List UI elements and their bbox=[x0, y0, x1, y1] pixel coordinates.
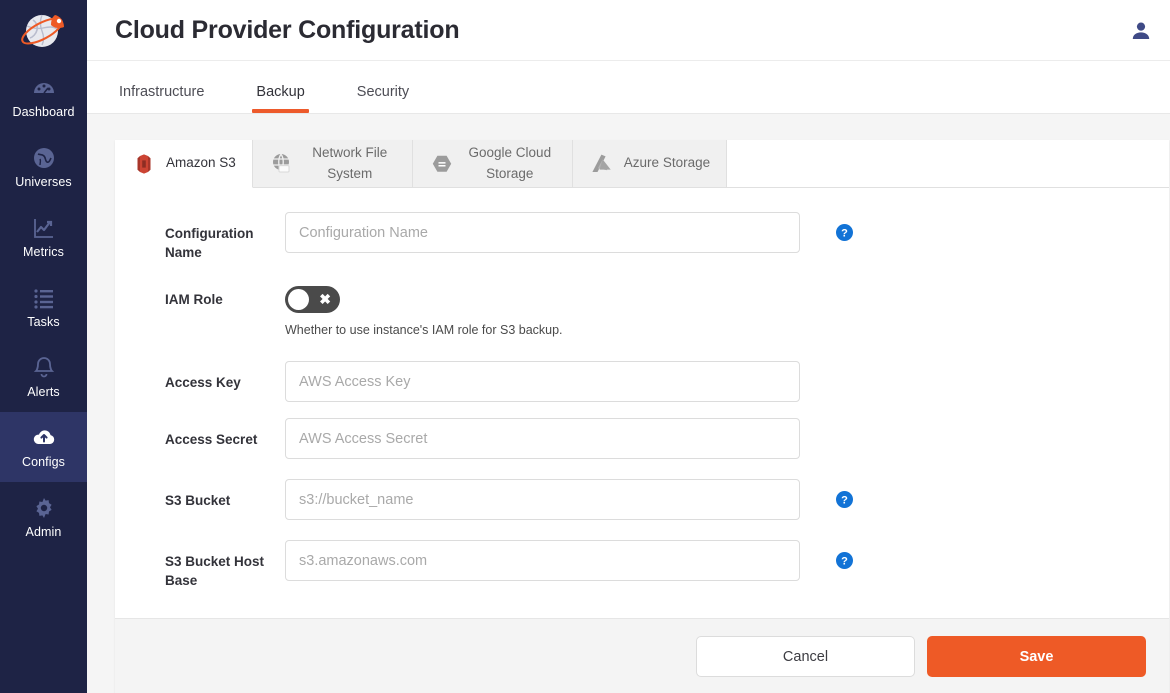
content-area: Amazon S3 Network File System bbox=[87, 114, 1170, 693]
azure-storage-icon bbox=[589, 151, 615, 177]
provider-tab-amazon-s3[interactable]: Amazon S3 bbox=[115, 140, 253, 188]
user-avatar-icon bbox=[1129, 19, 1153, 43]
provider-tab-label: Google Cloud Storage bbox=[464, 143, 556, 185]
iam-role-hint: Whether to use instance's IAM role for S… bbox=[285, 323, 800, 337]
network-file-system-icon bbox=[269, 151, 295, 177]
svg-text:?: ? bbox=[841, 494, 848, 506]
tab-label: Infrastructure bbox=[119, 84, 204, 100]
field-label: Access Key bbox=[165, 361, 285, 392]
field-row-access-key: Access Key bbox=[115, 361, 1169, 402]
provider-tab-azure-storage[interactable]: Azure Storage bbox=[573, 140, 727, 187]
google-cloud-storage-icon bbox=[429, 151, 455, 177]
field-row-configuration-name: Configuration Name ? bbox=[115, 212, 1169, 262]
app-logo[interactable] bbox=[0, 0, 87, 62]
save-button[interactable]: Save bbox=[927, 636, 1146, 677]
field-label: S3 Bucket Host Base bbox=[165, 540, 285, 590]
sidebar-item-universes[interactable]: Universes bbox=[0, 132, 87, 202]
sidebar-item-label: Dashboard bbox=[12, 105, 74, 119]
main-region: Cloud Provider Configuration Infrastruct… bbox=[87, 0, 1170, 693]
provider-tab-google-cloud-storage[interactable]: Google Cloud Storage bbox=[413, 140, 573, 187]
access-key-input[interactable] bbox=[285, 361, 800, 402]
gear-icon bbox=[31, 495, 57, 521]
field-row-iam-role: IAM Role ✖ Whether to use instance's IAM… bbox=[115, 278, 1169, 337]
sidebar-item-label: Admin bbox=[26, 525, 62, 539]
s3-bucket-host-base-input[interactable] bbox=[285, 540, 800, 581]
svg-text:?: ? bbox=[841, 555, 848, 567]
backup-config-card: Amazon S3 Network File System bbox=[115, 140, 1169, 693]
tab-backup[interactable]: Backup bbox=[252, 85, 308, 114]
help-icon[interactable]: ? bbox=[836, 224, 853, 241]
sidebar-item-alerts[interactable]: Alerts bbox=[0, 342, 87, 412]
field-label: S3 Bucket bbox=[165, 479, 285, 510]
dashboard-gauge-icon bbox=[31, 75, 57, 101]
iam-role-toggle[interactable]: ✖ bbox=[285, 286, 340, 313]
card-footer: Cancel Save bbox=[115, 618, 1169, 693]
field-label: Configuration Name bbox=[165, 212, 285, 262]
tab-security[interactable]: Security bbox=[353, 85, 413, 114]
access-secret-input[interactable] bbox=[285, 418, 800, 459]
yugabyte-rocket-globe-logo bbox=[16, 9, 72, 53]
help-icon[interactable]: ? bbox=[836, 491, 853, 508]
avatar[interactable] bbox=[1124, 14, 1158, 48]
bell-icon bbox=[31, 355, 57, 381]
sidebar-item-label: Tasks bbox=[27, 315, 59, 329]
main-tabs: Infrastructure Backup Security bbox=[87, 61, 1170, 114]
field-row-access-secret: Access Secret bbox=[115, 418, 1169, 459]
globe-icon bbox=[31, 145, 57, 171]
tab-label: Backup bbox=[256, 84, 304, 100]
provider-tab-label: Azure Storage bbox=[624, 153, 710, 174]
sidebar-item-label: Alerts bbox=[27, 385, 60, 399]
configuration-name-input[interactable] bbox=[285, 212, 800, 253]
svg-text:?: ? bbox=[841, 227, 848, 239]
toggle-off-x-icon: ✖ bbox=[319, 291, 331, 308]
sidebar-item-label: Universes bbox=[15, 175, 71, 189]
cloud-upload-icon bbox=[31, 425, 57, 451]
field-row-s3-bucket: S3 Bucket ? bbox=[115, 479, 1169, 520]
sidebar-item-dashboard[interactable]: Dashboard bbox=[0, 62, 87, 132]
cancel-button[interactable]: Cancel bbox=[696, 636, 915, 677]
toggle-knob bbox=[288, 289, 309, 310]
page-title: Cloud Provider Configuration bbox=[115, 16, 459, 45]
field-label: IAM Role bbox=[165, 278, 285, 309]
field-row-s3-bucket-host-base: S3 Bucket Host Base ? bbox=[115, 540, 1169, 590]
sidebar-item-configs[interactable]: Configs bbox=[0, 412, 87, 482]
amazon-s3-icon bbox=[131, 151, 157, 177]
app-root: Dashboard Universes Metric bbox=[0, 0, 1170, 693]
s3-backup-form: Configuration Name ? IAM bbox=[115, 188, 1169, 618]
provider-tab-label: Network File System bbox=[304, 143, 396, 185]
sidebar: Dashboard Universes Metric bbox=[0, 0, 87, 693]
sidebar-item-label: Metrics bbox=[23, 245, 64, 259]
field-label: Access Secret bbox=[165, 418, 285, 449]
sidebar-item-tasks[interactable]: Tasks bbox=[0, 272, 87, 342]
tab-infrastructure[interactable]: Infrastructure bbox=[115, 85, 208, 114]
sidebar-item-admin[interactable]: Admin bbox=[0, 482, 87, 552]
list-icon bbox=[31, 285, 57, 311]
provider-tab-network-file-system[interactable]: Network File System bbox=[253, 140, 413, 187]
provider-tabs: Amazon S3 Network File System bbox=[115, 140, 1169, 188]
line-chart-icon bbox=[31, 215, 57, 241]
help-icon[interactable]: ? bbox=[836, 552, 853, 569]
sidebar-item-metrics[interactable]: Metrics bbox=[0, 202, 87, 272]
s3-bucket-input[interactable] bbox=[285, 479, 800, 520]
tab-label: Security bbox=[357, 84, 409, 100]
sidebar-item-label: Configs bbox=[22, 455, 65, 469]
provider-tab-label: Amazon S3 bbox=[166, 153, 236, 174]
top-bar: Cloud Provider Configuration bbox=[87, 0, 1170, 61]
